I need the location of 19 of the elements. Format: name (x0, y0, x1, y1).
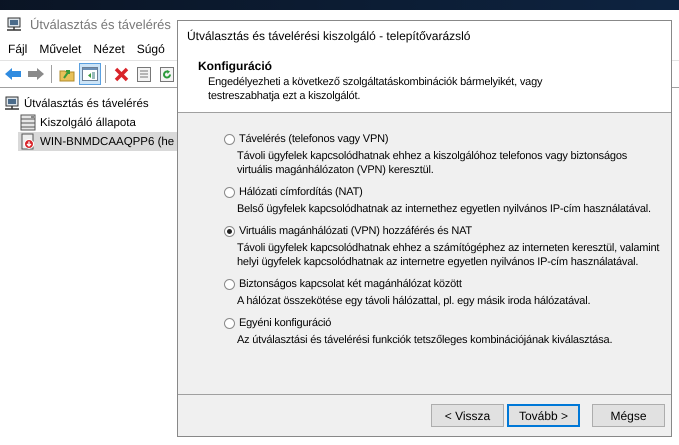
menu-item[interactable]: Fájl (2, 42, 34, 56)
option-description: A hálózat összekötése egy távoli hálózattal, pl. egy másik iroda hálózatával. (236, 294, 592, 308)
window-title: Útválasztás és távelérés (30, 16, 171, 32)
menu-item[interactable]: Súgó (130, 42, 171, 56)
dialog-title: Útválasztás és távelérési kiszolgáló - telepítővarázsló (187, 29, 470, 43)
menu-item[interactable]: Nézet (87, 42, 131, 56)
page-description: Engedélyezheti a következő szolgáltatáskombinációk bármelyikét, vagy testreszabhatja ezt a kiszolgálót. (207, 75, 544, 103)
tree-item[interactable]: Útválasztás és távelérés (2, 94, 153, 113)
page-heading: Konfiguráció (198, 59, 273, 73)
menu-item[interactable]: Művelet (33, 42, 88, 56)
option-description: Távoli ügyfelek kapcsolódhatnak ehhez a számítógéphez az interneten keresztül, valamint helyi ügyfelek kapcsolódhatnak az internetre egyetlen nyilvános IP-cím használatával. (236, 241, 660, 269)
tree-item[interactable]: Kiszolgáló állapota (18, 113, 140, 132)
dialog-button[interactable]: Mégse (592, 404, 665, 427)
dialog-button[interactable]: < Vissza (431, 404, 504, 427)
option-description: Az útválasztási és távelérési funkciók tetszőleges kombinációjának kiválasztása. (236, 333, 614, 347)
tree-item[interactable]: WIN-BNMDCAAQPP6 (he (18, 132, 178, 151)
dialog-button[interactable]: Tovább > (507, 404, 580, 427)
option-description: Távoli ügyfelek kapcsolódhatnak ehhez a kiszolgálóhoz telefonos vagy biztonságos virtuális magánhálózaton (VPN) keresztül. (236, 149, 628, 177)
option-description: Belső ügyfelek kapcsolódhatnak az internethez egyetlen nyilvános IP-cím használatával. (236, 202, 652, 216)
